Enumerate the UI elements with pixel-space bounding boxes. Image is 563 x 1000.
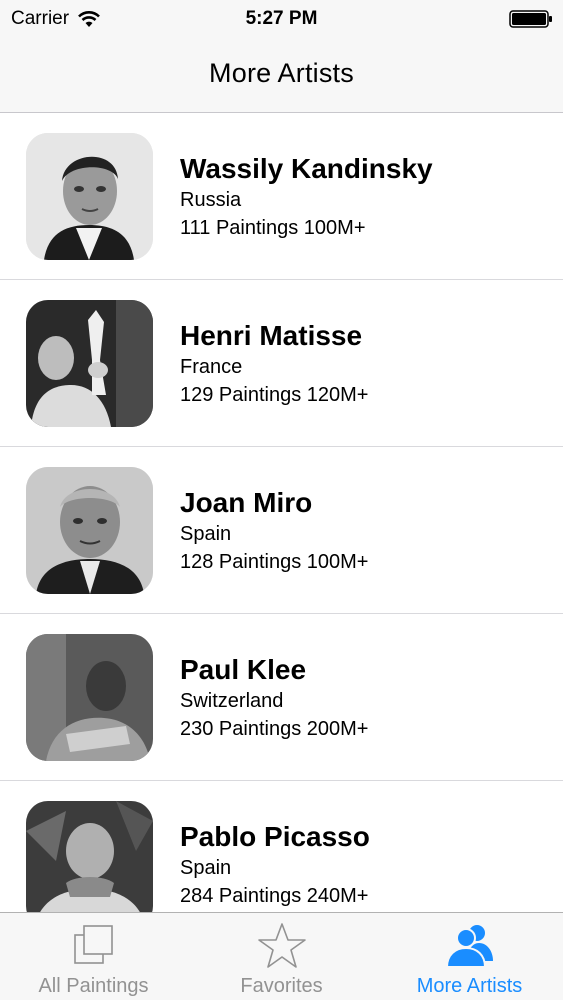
people-icon [445,925,493,968]
artist-name: Wassily Kandinsky [180,153,433,184]
artist-photo [26,801,153,928]
artist-country: France [180,356,243,378]
artist-stats: 128 Paintings 100M+ [180,551,369,573]
artist-row-klee[interactable]: Paul Klee Switzerland 230 Paintings 200M… [0,614,563,781]
star-icon [257,923,306,968]
artist-stats: 230 Paintings 200M+ [180,718,369,740]
artist-photo [26,467,153,594]
artist-name: Henri Matisse [180,320,363,351]
app-screen: Carrier 5:27 PM More Artists Wassily Kan… [0,0,563,1000]
portrait-photo [26,801,153,928]
artist-row-miro[interactable]: Joan Miro Spain 128 Paintings 100M+ [0,447,563,614]
tab-label: Favorites [240,975,323,997]
artist-row-kandinsky[interactable]: Wassily Kandinsky Russia 111 Paintings 1… [0,113,563,280]
artist-stats: 284 Paintings 240M+ [180,885,369,907]
page-title: More Artists [209,58,354,88]
artist-name: Paul Klee [180,654,307,685]
artist-photo [26,634,153,761]
artist-stats: 129 Paintings 120M+ [180,384,369,406]
battery-icon [509,10,552,28]
artist-country: Switzerland [180,690,284,712]
tab-all-paintings[interactable]: All Paintings [0,913,187,1000]
navigation-bar: More Artists [0,40,563,113]
stacked-squares-icon [73,925,113,964]
artist-row-matisse[interactable]: Henri Matisse France 129 Paintings 120M+ [0,280,563,447]
tab-label: More Artists [416,975,523,997]
artist-photo [26,300,153,427]
tab-bar: All Paintings Favorites More Artists [0,912,563,1000]
artist-photo [26,133,153,260]
tab-favorites[interactable]: Favorites [188,913,375,1000]
artist-stats: 111 Paintings 100M+ [180,217,366,239]
artist-name: Pablo Picasso [180,821,370,852]
artist-country: Spain [180,523,232,545]
portrait-photo [26,300,153,427]
tab-more-artists[interactable]: More Artists [376,913,563,1000]
status-bar: Carrier 5:27 PM [0,0,563,40]
artist-list: Wassily Kandinsky Russia 111 Paintings 1… [0,113,563,948]
portrait-photo [26,634,153,761]
portrait-photo [26,467,153,594]
tab-label: All Paintings [38,975,149,997]
portrait-photo [26,133,153,260]
artist-country: Russia [180,189,242,211]
status-time: 5:27 PM [245,8,318,29]
artist-country: Spain [180,857,232,879]
artist-name: Joan Miro [180,487,313,518]
